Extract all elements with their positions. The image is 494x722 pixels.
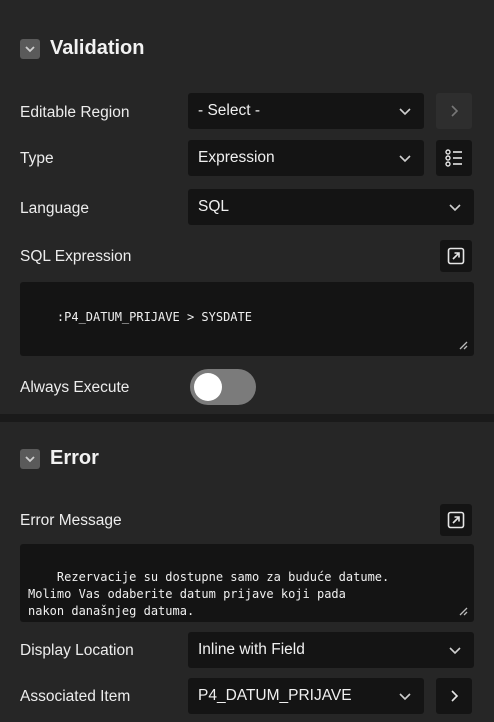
property-editor-panel: Validation Editable Region - Select - Ty… xyxy=(0,0,494,722)
validation-section-title: Validation xyxy=(50,37,145,59)
editable-region-select[interactable]: - Select - xyxy=(188,93,424,129)
language-value: SQL xyxy=(198,198,230,215)
resize-handle-icon[interactable] xyxy=(458,340,468,350)
expand-icon xyxy=(447,511,465,529)
expand-code-editor-button[interactable] xyxy=(440,240,472,272)
sql-expression-value: :P4_DATUM_PRIJAVE > SYSDATE xyxy=(56,310,252,324)
display-location-select[interactable]: Inline with Field xyxy=(188,632,474,668)
always-execute-toggle[interactable] xyxy=(190,369,256,405)
error-message-label: Error Message xyxy=(20,512,122,529)
go-to-item-button[interactable] xyxy=(436,678,472,714)
resize-handle-icon[interactable] xyxy=(458,606,468,616)
validation-section-header[interactable]: Validation xyxy=(20,37,144,60)
collapse-chevron-icon[interactable] xyxy=(20,38,40,59)
expand-icon xyxy=(447,247,465,265)
expand-error-message-button[interactable] xyxy=(440,504,472,536)
chevron-down-icon xyxy=(399,693,411,701)
chevron-down-icon xyxy=(399,108,411,116)
go-to-region-button[interactable] xyxy=(436,93,472,129)
associated-item-value: P4_DATUM_PRIJAVE xyxy=(198,687,352,704)
editable-region-value: - Select - xyxy=(198,102,261,119)
chevron-down-icon xyxy=(449,204,461,212)
chevron-right-icon xyxy=(451,105,459,117)
section-divider xyxy=(0,414,494,422)
type-label: Type xyxy=(20,150,54,167)
error-section-title: Error xyxy=(50,447,99,469)
collapse-chevron-icon[interactable] xyxy=(20,448,40,469)
type-select[interactable]: Expression xyxy=(188,140,424,176)
associated-item-select[interactable]: P4_DATUM_PRIJAVE xyxy=(188,678,424,714)
language-select[interactable]: SQL xyxy=(188,189,474,225)
chevron-right-icon xyxy=(451,690,459,702)
type-list-button[interactable] xyxy=(436,140,472,176)
display-location-label: Display Location xyxy=(20,642,134,659)
display-location-value: Inline with Field xyxy=(198,641,305,658)
chevron-down-icon xyxy=(399,155,411,163)
always-execute-label: Always Execute xyxy=(20,379,130,396)
editable-region-label: Editable Region xyxy=(20,104,130,121)
sql-expression-label: SQL Expression xyxy=(20,248,132,265)
error-message-value: Rezervacije su dostupne samo za buduće d… xyxy=(28,570,390,618)
chevron-down-icon xyxy=(449,647,461,655)
toggle-knob xyxy=(194,373,222,401)
type-value: Expression xyxy=(198,149,275,166)
error-message-textarea[interactable]: Rezervacije su dostupne samo za buduće d… xyxy=(20,544,474,622)
associated-item-label: Associated Item xyxy=(20,688,131,705)
language-label: Language xyxy=(20,200,89,217)
sql-expression-textarea[interactable]: :P4_DATUM_PRIJAVE > SYSDATE xyxy=(20,282,474,356)
error-section-header[interactable]: Error xyxy=(20,447,99,470)
list-icon xyxy=(445,149,462,167)
